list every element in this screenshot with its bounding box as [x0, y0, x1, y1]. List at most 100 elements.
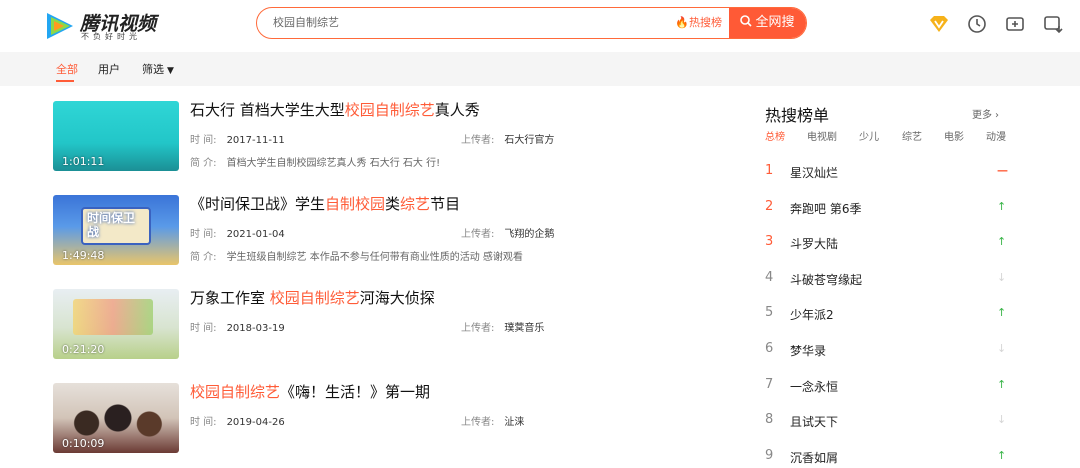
hot-list-item[interactable]: 5 少年派2 ↑ [765, 305, 1010, 325]
hot-title[interactable]: 沉香如屑 [790, 449, 838, 466]
hot-list-item[interactable]: 8 且试天下 ↓ [765, 412, 1010, 432]
uploader-label: 上传者: [461, 229, 495, 240]
vip-diamond-icon[interactable] [928, 13, 950, 35]
hot-list-item[interactable]: 3 斗罗大陆 ↑ [765, 234, 1010, 254]
upload-icon[interactable] [1004, 13, 1026, 35]
hot-title[interactable]: 且试天下 [790, 413, 838, 430]
result-time: 时 间: 2018-03-19 [190, 319, 285, 334]
title-highlight: 校园自制综艺 [269, 289, 360, 307]
filter-bar: 全部 用户 筛选 ▼ [0, 52, 1080, 86]
hot-tab-kids[interactable]: 少儿 [859, 128, 879, 143]
thumbnail-text: 时间保卫战 [87, 211, 136, 239]
search-button-label: 全网搜 [755, 15, 795, 30]
search-button[interactable]: 全网搜 [729, 8, 806, 38]
tab-all[interactable]: 全部 [56, 61, 78, 77]
result-title[interactable]: 《时间保卫战》学生自制校园类综艺节目 [190, 193, 460, 214]
trend-down-icon: ↓ [997, 342, 1007, 355]
time-value: 2019-04-26 [226, 417, 285, 428]
time-label: 时 间: [190, 417, 217, 428]
hot-rank: 2 [765, 198, 774, 214]
uploader-name[interactable]: 沚涞 [504, 417, 524, 428]
hot-list-item[interactable]: 4 斗破苍穹缘起 ↓ [765, 270, 1010, 290]
more-link[interactable]: 更多 › [972, 106, 999, 121]
hot-title[interactable]: 奔跑吧 第6季 [790, 200, 861, 217]
hot-tab-anime[interactable]: 动漫 [986, 128, 1006, 143]
result-item[interactable]: 1:01:11 石大行 首档大学生大型校园自制综艺真人秀 时 间: 2017-11… [53, 101, 613, 173]
trend-up-icon: ↑ [997, 235, 1007, 249]
hot-rank: 3 [765, 234, 774, 250]
hot-title[interactable]: 斗破苍穹缘起 [790, 271, 862, 288]
result-item[interactable]: 0:10:09 校园自制综艺《嗨！生活！》第一期 时 间: 2019-04-26 … [53, 383, 613, 455]
filter-label: 筛选 [142, 63, 164, 76]
hot-rank: 8 [765, 412, 774, 428]
thumbnail-art [73, 299, 153, 335]
history-clock-icon[interactable] [966, 13, 988, 35]
title-text: 万象工作室 [190, 289, 270, 307]
video-thumbnail[interactable]: 时间保卫战 1:49:48 [53, 195, 179, 265]
hot-list-item[interactable]: 7 一念永恒 ↑ [765, 377, 1010, 397]
tencent-video-logo[interactable]: 腾讯视频 不负好时光 [44, 9, 164, 45]
video-thumbnail[interactable]: 0:10:09 [53, 383, 179, 453]
search-box[interactable]: 校园自制综艺 🔥热搜榜 全网搜 [256, 7, 807, 39]
uploader-name[interactable]: 璞蓂音乐 [504, 323, 544, 334]
result-title[interactable]: 石大行 首档大学生大型校园自制综艺真人秀 [190, 99, 480, 120]
logo-slogan: 不负好时光 [81, 32, 141, 41]
uploader-name[interactable]: 飞翔的企鹅 [504, 229, 554, 240]
hot-list-item[interactable]: 6 梦华录 ↓ [765, 341, 1010, 361]
result-item[interactable]: 时间保卫战 1:49:48 《时间保卫战》学生自制校园类综艺节目 时 间: 202… [53, 195, 613, 267]
hot-rank: 1 [765, 163, 774, 178]
result-item[interactable]: 0:21:20 万象工作室 校园自制综艺河海大侦探 时 间: 2018-03-19… [53, 289, 613, 361]
hot-rank: 7 [765, 376, 774, 392]
chevron-right-icon: › [995, 110, 999, 121]
hot-title[interactable]: 斗罗大陆 [790, 235, 838, 252]
hot-rank: 9 [765, 447, 774, 463]
hot-list-item[interactable]: 9 沉香如屑 ↑ [765, 448, 1010, 468]
title-text: 《嗨！生活！》第一期 [280, 383, 431, 401]
time-value: 2021-01-04 [226, 229, 285, 240]
video-duration: 0:21:20 [62, 343, 105, 356]
title-text: 河海大侦探 [359, 289, 435, 307]
trend-down-icon: ↓ [997, 270, 1007, 284]
trend-down-icon: ↓ [997, 413, 1007, 427]
hot-title[interactable]: 一念永恒 [790, 378, 838, 395]
hot-title[interactable]: 少年派2 [790, 306, 834, 323]
hot-search-link[interactable]: 🔥热搜榜 [675, 8, 722, 38]
result-time: 时 间: 2021-01-04 [190, 225, 285, 240]
hot-rank: 4 [765, 269, 774, 285]
hot-tab-tv[interactable]: 电视剧 [807, 128, 837, 143]
hot-list-tabs: 总榜 电视剧 少儿 综艺 电影 动漫 [765, 128, 1010, 144]
video-thumbnail[interactable]: 0:21:20 [53, 289, 179, 359]
hot-tab-movie[interactable]: 电影 [944, 128, 964, 143]
active-tab-underline [56, 80, 74, 82]
hot-title[interactable]: 梦华录 [790, 342, 826, 359]
title-highlight: 校园自制综艺 [344, 101, 435, 119]
video-duration: 1:01:11 [62, 155, 105, 168]
hot-list-title: 热搜榜单 [765, 106, 830, 125]
result-title[interactable]: 校园自制综艺《嗨！生活！》第一期 [190, 381, 430, 402]
video-thumbnail[interactable]: 1:01:11 [53, 101, 179, 171]
trend-flat-icon: — [997, 164, 1008, 177]
trend-up-icon: ↑ [997, 448, 1007, 462]
uploader-name[interactable]: 石大行官方 [504, 135, 554, 146]
hot-tab-overall[interactable]: 总榜 [765, 128, 785, 143]
hot-tab-variety[interactable]: 综艺 [902, 128, 922, 143]
title-highlight: 校园自制综艺 [190, 383, 281, 401]
result-uploader: 上传者: 璞蓂音乐 [461, 319, 544, 334]
hot-list-item[interactable]: 2 奔跑吧 第6季 ↑ [765, 199, 1010, 219]
time-label: 时 间: [190, 323, 217, 334]
time-value: 2017-11-11 [226, 135, 285, 146]
hot-rank: 6 [765, 341, 774, 356]
hot-list-item[interactable]: 1 星汉灿烂 — [765, 163, 1010, 183]
tab-users[interactable]: 用户 [98, 61, 120, 77]
play-logo-icon [47, 13, 73, 39]
top-header: 腾讯视频 不负好时光 校园自制综艺 🔥热搜榜 全网搜 [0, 0, 1080, 52]
search-input[interactable]: 校园自制综艺 [273, 8, 339, 38]
result-title[interactable]: 万象工作室 校园自制综艺河海大侦探 [190, 287, 435, 308]
time-value: 2018-03-19 [226, 323, 285, 334]
hot-title[interactable]: 星汉灿烂 [790, 164, 838, 181]
download-icon[interactable] [1042, 13, 1064, 35]
result-intro: 简 介: 首档大学生自制校园综艺真人秀 石大行 石大 行! [190, 154, 440, 169]
time-label: 时 间: [190, 135, 217, 146]
uploader-label: 上传者: [461, 417, 495, 428]
tab-filter[interactable]: 筛选 ▼ [142, 61, 174, 77]
